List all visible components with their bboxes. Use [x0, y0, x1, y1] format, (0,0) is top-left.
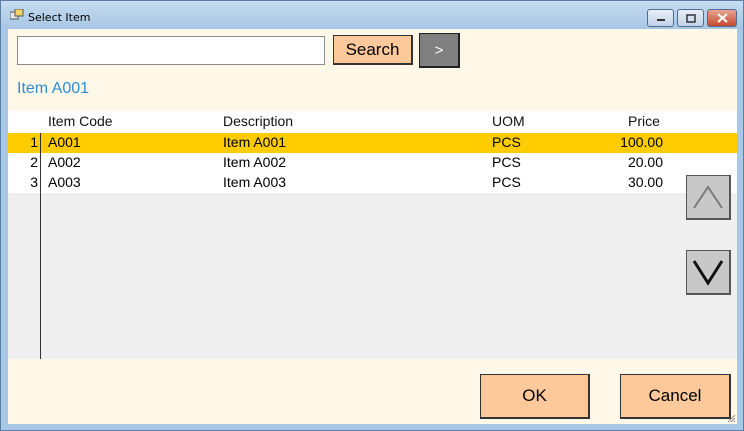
maximize-button[interactable] [677, 9, 704, 27]
row-header-divider [40, 133, 41, 359]
cancel-button-label: Cancel [648, 386, 702, 405]
table-row[interactable]: 2 A002 Item A002 PCS 20.00 [8, 153, 737, 173]
table-row[interactable]: 3 A003 Item A003 PCS 30.00 [8, 173, 737, 193]
cancel-button[interactable]: Cancel [620, 374, 731, 419]
maximize-icon [685, 13, 696, 23]
selected-item-label: Item A001 [17, 80, 90, 97]
resize-grip-icon[interactable] [726, 413, 736, 423]
next-button-label: > [434, 41, 444, 59]
cell-description: Item A002 [223, 154, 287, 170]
ok-button[interactable]: OK [480, 374, 590, 419]
search-button-label: Search [345, 39, 400, 59]
cell-price: 100.00 [620, 134, 663, 150]
window-app-icon [10, 9, 24, 20]
chevron-up-icon [693, 185, 723, 209]
next-button[interactable]: > [419, 33, 460, 68]
column-header-uom[interactable]: UOM [492, 113, 525, 129]
column-header-price[interactable]: Price [628, 113, 660, 129]
grid-header: Item Code Description UOM Price [8, 111, 737, 133]
minimize-icon [656, 19, 665, 21]
grid-rows: 1 A001 Item A001 PCS 100.00 2 A002 Item … [8, 133, 737, 193]
cell-uom: PCS [492, 154, 521, 170]
table-row[interactable]: 1 A001 Item A001 PCS 100.00 [8, 133, 737, 153]
cell-description: Item A003 [223, 174, 287, 190]
title-bar[interactable]: Select Item [1, 1, 743, 29]
minimize-button[interactable] [647, 9, 674, 27]
items-grid[interactable]: Item Code Description UOM Price 1 A001 I… [8, 111, 737, 359]
cell-uom: PCS [492, 174, 521, 190]
cell-item-code: A001 [48, 134, 81, 150]
row-number: 3 [30, 174, 38, 190]
dialog-body: Search > Item A001 Item Code Description… [8, 29, 737, 424]
search-input[interactable] [17, 36, 325, 65]
column-header-description[interactable]: Description [223, 113, 293, 129]
scroll-down-button[interactable] [686, 250, 731, 295]
select-item-window: Select Item Search > Item A001 Item Code… [0, 0, 744, 431]
row-number: 2 [30, 154, 38, 170]
cell-description: Item A001 [223, 134, 287, 150]
row-number: 1 [30, 134, 38, 150]
cell-price: 30.00 [627, 174, 663, 190]
scroll-up-button[interactable] [686, 175, 731, 220]
ok-button-label: OK [522, 386, 547, 405]
cell-uom: PCS [492, 134, 521, 150]
window-title: Select Item [28, 11, 91, 24]
chevron-down-icon [692, 260, 724, 286]
column-header-item-code[interactable]: Item Code [48, 113, 113, 129]
cell-price: 20.00 [627, 154, 663, 170]
cell-item-code: A002 [48, 154, 81, 170]
close-button[interactable] [707, 9, 737, 27]
close-icon [716, 13, 728, 23]
cell-item-code: A003 [48, 174, 81, 190]
search-button[interactable]: Search [333, 35, 413, 65]
